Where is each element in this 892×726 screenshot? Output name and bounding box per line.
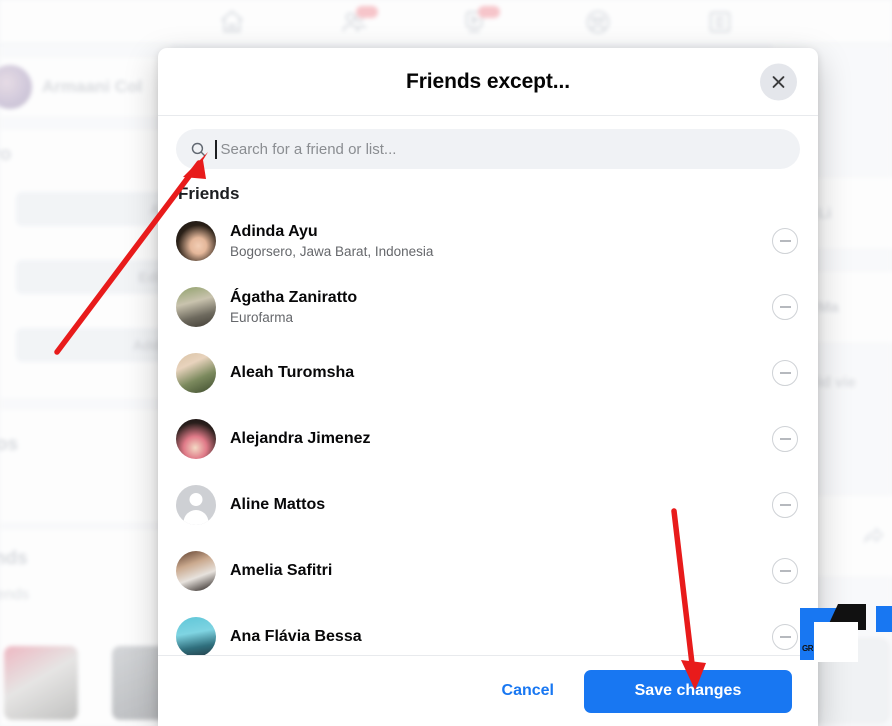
search-placeholder: Search for a friend or list... <box>220 140 397 158</box>
avatar <box>176 419 216 459</box>
friend-subtitle: Eurofarma <box>230 309 294 325</box>
avatar <box>176 551 216 591</box>
avatar <box>176 287 216 327</box>
avatar <box>176 617 216 655</box>
friend-name: Adinda Ayu <box>230 222 318 240</box>
friend-text: Aleah Turomsha <box>230 363 758 383</box>
friend-text: Ana Flávia Bessa <box>230 627 758 647</box>
screenshot-root: Armaani Col tro A Edi Add otos iends fri… <box>0 0 892 726</box>
remove-friend-button[interactable] <box>772 360 798 386</box>
friend-text: Alejandra Jimenez <box>230 429 758 449</box>
text-caret <box>215 139 217 159</box>
remove-friend-button[interactable] <box>772 426 798 452</box>
friend-text: Ágatha Zaniratto Eurofarma <box>230 288 758 327</box>
friend-subtitle: Bogorsero, Jawa Barat, Indonesia <box>230 243 434 259</box>
page-title: Friends except... <box>405 69 571 93</box>
save-changes-button[interactable]: Save changes <box>584 669 792 713</box>
friend-name: Ágatha Zaniratto <box>230 288 358 306</box>
friend-name: Aline Mattos <box>230 496 326 513</box>
friend-name: Amelia Safitri <box>230 562 333 579</box>
friend-row[interactable]: Adinda Ayu Bogorsero, Jawa Barat, Indones… <box>176 208 810 274</box>
friend-row[interactable]: Ana Flávia Bessa <box>176 604 810 655</box>
friend-row[interactable]: Amelia Safitri <box>176 538 810 604</box>
friends-except-dialog: Friends except... Search for a friend or… <box>158 48 818 726</box>
friend-name: Ana Flávia Bessa <box>230 628 362 645</box>
search-container: Search for a friend or list... <box>158 116 818 178</box>
dialog-footer: Cancel Save changes <box>158 655 818 726</box>
friend-name: Aleah Turomsha <box>230 364 355 381</box>
friend-text: Aline Mattos <box>230 495 758 515</box>
search-icon <box>190 141 207 158</box>
search-input[interactable]: Search for a friend or list... <box>176 129 800 169</box>
avatar <box>176 353 216 393</box>
avatar <box>176 485 216 525</box>
section-header-friends: Friends <box>178 184 240 203</box>
remove-friend-button[interactable] <box>772 228 798 254</box>
remove-friend-button[interactable] <box>772 492 798 518</box>
dialog-header: Friends except... <box>158 48 818 116</box>
close-icon <box>770 73 787 90</box>
friend-rows-container: Adinda Ayu Bogorsero, Jawa Barat, Indones… <box>176 208 810 655</box>
friend-row[interactable]: Aline Mattos <box>176 472 810 538</box>
remove-friend-button[interactable] <box>772 294 798 320</box>
avatar <box>176 221 216 261</box>
friend-text: Amelia Safitri <box>230 561 758 581</box>
cancel-button[interactable]: Cancel <box>486 673 570 709</box>
close-button[interactable] <box>760 63 797 100</box>
friends-list[interactable]: Friends Adinda Ayu Bogorsero, Jawa Barat,… <box>158 178 818 655</box>
remove-friend-button[interactable] <box>772 624 798 650</box>
friend-row[interactable]: Ágatha Zaniratto Eurofarma <box>176 274 810 340</box>
friend-row[interactable]: Aleah Turomsha <box>176 340 810 406</box>
remove-friend-button[interactable] <box>772 558 798 584</box>
friend-text: Adinda Ayu Bogorsero, Jawa Barat, Indones… <box>230 222 758 261</box>
friend-name: Alejandra Jimenez <box>230 430 371 447</box>
friend-row[interactable]: Alejandra Jimenez <box>176 406 810 472</box>
